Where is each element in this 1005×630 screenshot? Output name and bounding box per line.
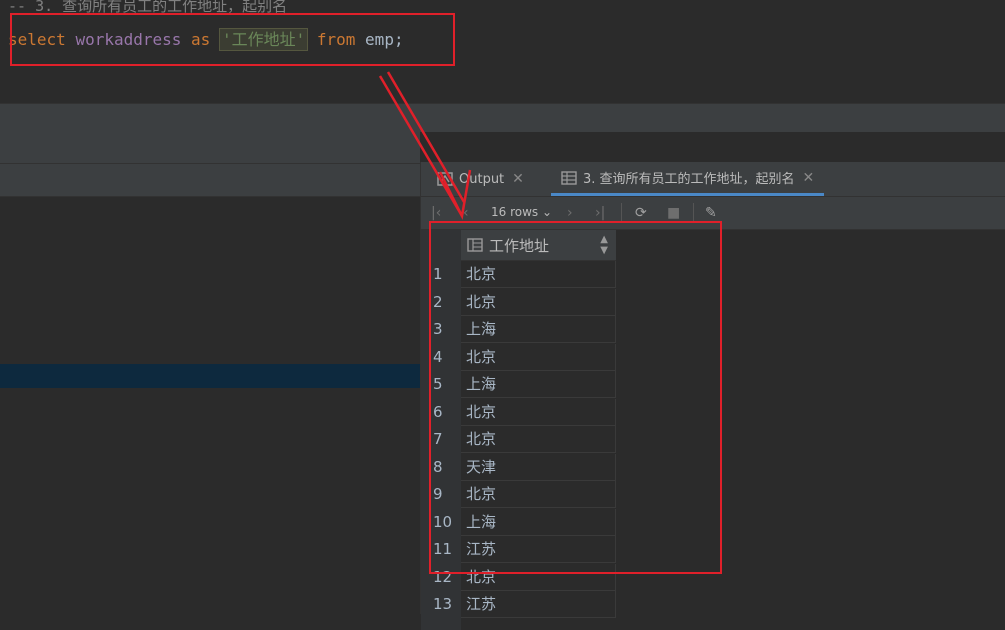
last-page-icon[interactable]: ›|	[595, 205, 605, 221]
services-tree-pane	[0, 131, 420, 614]
rows-count-label: 16 rows	[491, 205, 539, 219]
tab-query-result[interactable]: 3. 查询所有员工的工作地址，起别名 ✕	[551, 162, 825, 196]
services-subheader	[0, 164, 420, 197]
output-icon	[437, 172, 453, 186]
chevron-down-icon: ⌄	[542, 205, 553, 219]
annotation-box-sql	[10, 13, 455, 66]
services-selected-row[interactable]	[0, 364, 420, 388]
first-page-icon[interactable]: |‹	[431, 205, 441, 221]
close-icon[interactable]: ✕	[803, 170, 815, 186]
services-header	[0, 131, 420, 164]
tab-output-label: Output	[459, 171, 505, 187]
refresh-icon[interactable]: ⟳	[635, 205, 647, 221]
pin-icon[interactable]: ✎	[705, 205, 717, 221]
rows-count-dropdown[interactable]: 16 rows ⌄	[491, 205, 552, 219]
stop-icon[interactable]: ■	[667, 205, 680, 221]
panel-separator	[0, 103, 1005, 132]
toolbar-divider	[621, 203, 622, 223]
next-page-icon[interactable]: ›	[567, 205, 573, 221]
tab-query-result-label: 3. 查询所有员工的工作地址，起别名	[583, 172, 795, 187]
table-icon	[561, 170, 577, 185]
results-tab-bar: Output ✕ 3. 查询所有员工的工作地址，起别名 ✕	[421, 162, 1005, 197]
annotation-box-results	[429, 221, 722, 574]
prev-page-icon[interactable]: ‹	[463, 205, 469, 221]
close-icon[interactable]: ✕	[512, 171, 524, 187]
toolbar-divider	[693, 203, 694, 223]
tab-output[interactable]: Output ✕	[437, 162, 524, 196]
